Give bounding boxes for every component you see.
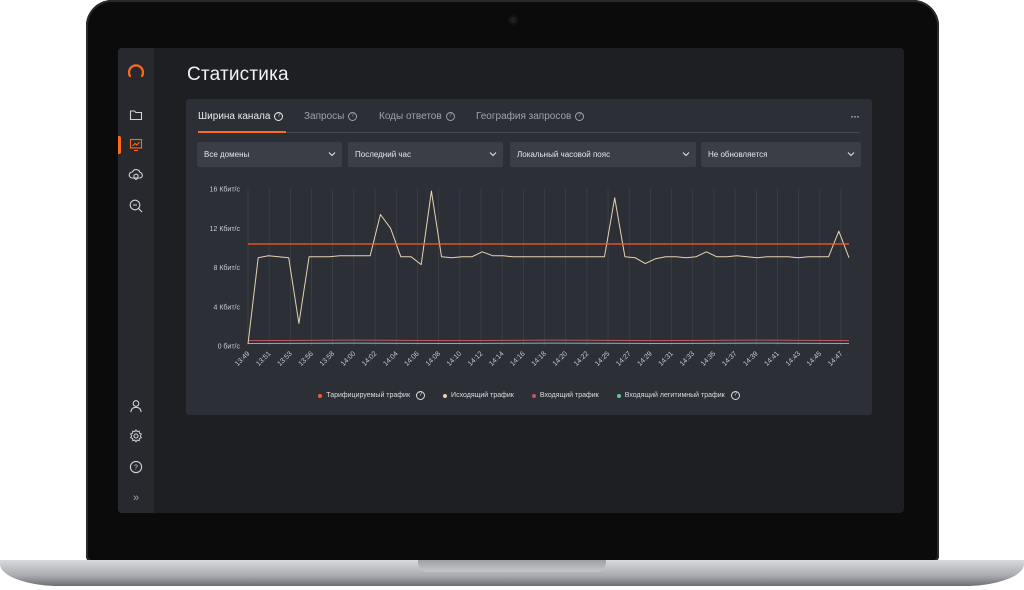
series-line: [247, 190, 850, 345]
sidebar-active-indicator: [118, 136, 121, 154]
legend-swatch: [531, 393, 536, 398]
y-tick-label: 0 бит/с: [218, 343, 241, 351]
chart-legend: Тарифицируемый трафик? Исходящий трафик Вх…: [186, 391, 872, 400]
y-tick-label: 8 Кбит/с: [214, 264, 241, 272]
x-tick-label: 14:22: [573, 350, 590, 367]
refresh-select-value: Не обновляется: [708, 150, 768, 159]
y-tick-label: 12 Кбит/с: [210, 225, 241, 233]
chevron-down-icon: [489, 152, 497, 157]
legend-label: Исходящий трафик: [451, 392, 514, 399]
domain-select[interactable]: Все домены: [197, 142, 342, 167]
search-zoom-icon[interactable]: [126, 196, 146, 216]
tab-label: География запросов: [476, 111, 572, 122]
x-tick-label: 14:00: [340, 350, 357, 367]
y-tick-label: 16 Кбит/с: [210, 186, 241, 194]
tab-response-codes[interactable]: Коды ответов?: [379, 111, 455, 122]
chevron-down-icon: [682, 152, 690, 157]
x-tick-label: 14:33: [679, 350, 696, 367]
help-icon[interactable]: ?: [730, 391, 740, 400]
x-tick-label: 14:16: [509, 350, 526, 367]
period-select-value: Последний час: [355, 150, 412, 159]
x-tick-label: 14:10: [446, 350, 463, 367]
legend-swatch: [318, 393, 323, 398]
page-title: Статистика: [187, 64, 289, 85]
help-icon[interactable]: ?: [416, 391, 426, 400]
active-tab-underline: [198, 131, 286, 133]
camera-icon: [508, 15, 518, 25]
x-tick-label: 13:51: [255, 350, 272, 367]
tab-label: Ширина канала: [198, 111, 271, 122]
cloud-shield-icon[interactable]: [126, 165, 146, 185]
refresh-select[interactable]: Не обновляется: [701, 142, 861, 167]
timezone-select[interactable]: Локальный часовой пояс: [510, 142, 696, 167]
x-tick-label: 14:37: [721, 350, 738, 367]
legend-label: Входящий легитимный трафик: [624, 392, 725, 399]
legend-label: Входящий трафик: [539, 392, 599, 399]
laptop-notch: [418, 560, 606, 572]
tabs-divider: [198, 132, 860, 133]
more-button[interactable]: ···: [850, 109, 860, 123]
tab-label: Запросы: [304, 111, 345, 122]
app-screen: ? » Статистика Ширина канала? Запросы? К…: [118, 48, 904, 513]
x-tick-label: 14:20: [552, 350, 569, 367]
legend-item[interactable]: Входящий легитимный трафик?: [616, 391, 740, 400]
legend-item[interactable]: Исходящий трафик: [443, 392, 514, 399]
x-tick-label: 14:04: [382, 350, 399, 367]
bandwidth-chart: 13:49 13:51 13:53 13:56 13:58 14:00 14:02 14:04…: [210, 186, 850, 368]
x-tick-label: 13:56: [298, 350, 315, 367]
tab-geography[interactable]: География запросов?: [476, 111, 585, 122]
period-select[interactable]: Последний час: [348, 142, 503, 167]
legend-swatch: [616, 393, 621, 398]
chart-icon[interactable]: [126, 135, 146, 155]
expand-icon[interactable]: »: [126, 488, 146, 508]
x-tick-label: 14:12: [467, 350, 484, 367]
x-tick-label: 14:18: [531, 350, 548, 367]
help-icon[interactable]: ?: [445, 112, 455, 121]
help-icon-glyph: ?: [134, 465, 138, 472]
help-icon[interactable]: ?: [126, 457, 146, 477]
timezone-select-value: Локальный часовой пояс: [517, 150, 611, 159]
y-tick-label: 4 Кбит/с: [214, 303, 241, 311]
x-tick-label: 14:27: [615, 350, 632, 367]
x-tick-label: 14:43: [785, 350, 802, 367]
x-tick-label: 14:45: [806, 350, 823, 367]
x-tick-label: 14:02: [361, 350, 378, 367]
user-icon[interactable]: [126, 396, 146, 416]
stats-card: Ширина канала? Запросы? Коды ответов? Ге…: [186, 99, 872, 415]
x-tick-label: 13:53: [276, 350, 293, 367]
x-tick-label: 14:25: [594, 350, 611, 367]
x-tick-label: 14:31: [658, 350, 675, 367]
domain-select-value: Все домены: [204, 150, 250, 159]
x-tick-label: 13:58: [319, 350, 336, 367]
tab-requests[interactable]: Запросы?: [304, 111, 358, 122]
help-icon[interactable]: ?: [575, 112, 585, 121]
tab-label: Коды ответов: [379, 111, 442, 122]
x-tick-label: 14:14: [488, 350, 505, 367]
legend-swatch: [443, 393, 448, 398]
x-tick-label: 14:47: [827, 350, 844, 367]
chevron-down-icon: [328, 152, 336, 157]
sidebar: ? »: [118, 48, 154, 513]
x-tick-label: 14:06: [403, 350, 420, 367]
x-tick-label: 14:08: [425, 350, 442, 367]
help-icon[interactable]: ?: [274, 112, 284, 121]
logo-icon[interactable]: [126, 62, 146, 82]
legend-label: Тарифицируемый трафик: [326, 392, 411, 399]
legend-item[interactable]: Входящий трафик: [531, 392, 599, 399]
legend-item[interactable]: Тарифицируемый трафик?: [318, 391, 426, 400]
x-tick-label: 14:39: [742, 350, 759, 367]
x-tick-label: 14:29: [636, 350, 653, 367]
gear-icon[interactable]: [126, 426, 146, 446]
series-line: [247, 339, 850, 342]
chevron-down-icon: [847, 152, 855, 157]
help-icon[interactable]: ?: [348, 112, 358, 121]
x-tick-label: 13:49: [234, 350, 251, 367]
folder-icon[interactable]: [126, 105, 146, 125]
x-tick-label: 14:41: [764, 350, 781, 367]
x-tick-label: 14:35: [700, 350, 717, 367]
tab-bandwidth[interactable]: Ширина канала?: [198, 111, 284, 122]
